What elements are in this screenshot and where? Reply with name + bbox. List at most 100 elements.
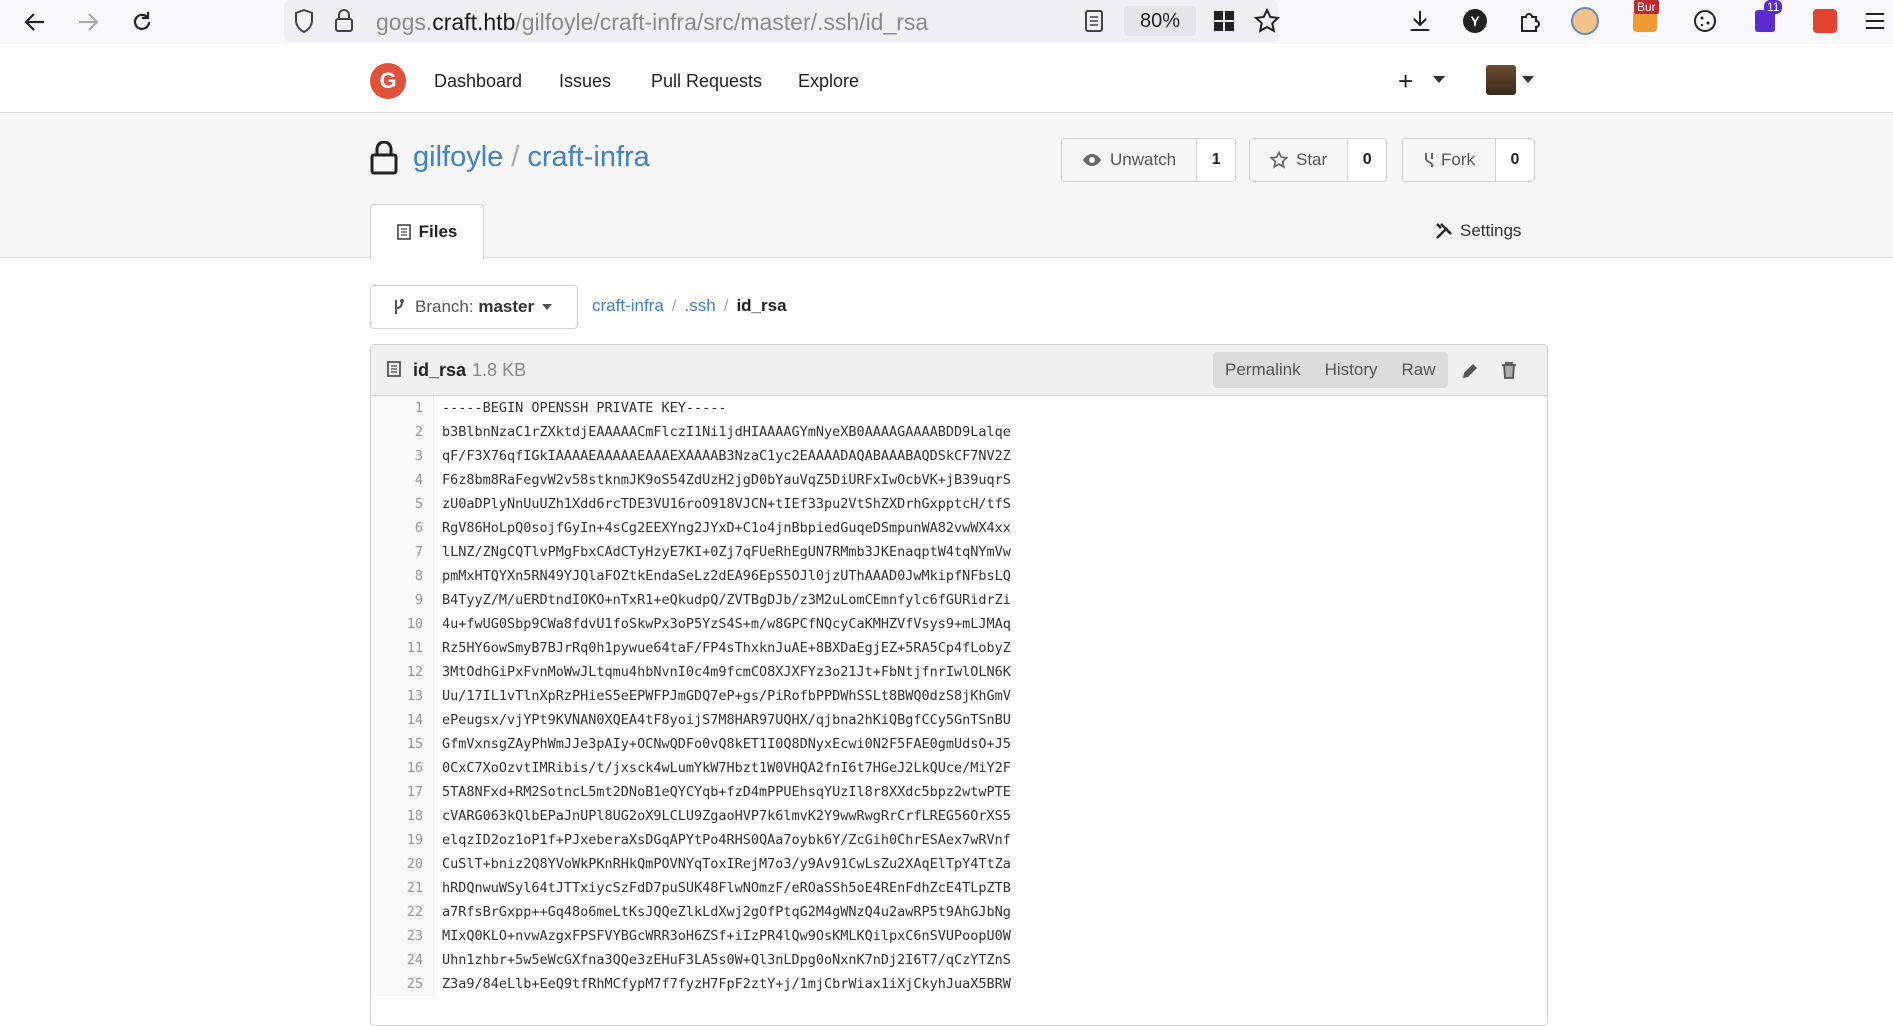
raw-button[interactable]: Raw	[1390, 352, 1448, 388]
line-number[interactable]: 6	[371, 516, 434, 540]
line-text: qF/F3X76qfIGkIAAAAEAAAAAEAAAEXAAAAB3NzaC…	[442, 448, 1011, 464]
file-viewer: id_rsa 1.8 KB Permalink History Raw 1 ----…	[370, 344, 1548, 1026]
line-number[interactable]: 9	[371, 588, 434, 612]
downloads-icon[interactable]	[1405, 6, 1435, 36]
line-number[interactable]: 5	[371, 492, 434, 516]
line-number[interactable]: 17	[371, 780, 434, 804]
avatar[interactable]	[1486, 65, 1516, 95]
code-line: 20 CuSlT+bniz2Q8YVoWkPKnRHkQmPOVNYqToxIRe…	[371, 852, 1547, 876]
star-button-group: Star 0	[1249, 138, 1388, 182]
line-number[interactable]: 18	[371, 804, 434, 828]
star-button[interactable]: Star	[1250, 139, 1349, 181]
tab-files[interactable]: Files	[370, 204, 484, 259]
menu-icon[interactable]	[1860, 6, 1890, 36]
burp-extension-icon[interactable]: Bur	[1630, 0, 1660, 36]
line-number[interactable]: 25	[371, 972, 434, 996]
line-number[interactable]: 11	[371, 636, 434, 660]
edit-pencil-icon[interactable]	[1461, 362, 1479, 380]
code-line: 22 a7RfsBrGxpp++Gq48o6meLtKsJQQeZlkLdXwj2…	[371, 900, 1547, 924]
url-text: gogs.craft.htb/gilfoyle/craft-infra/src/…	[376, 9, 929, 35]
fork-button[interactable]: Fork	[1403, 139, 1496, 181]
nav-pull-requests[interactable]: Pull Requests	[651, 71, 762, 92]
line-text: Uhn1zhbr+5w5eWcGXfna3QQe3zEHuF3LA5s0W+Ql…	[442, 952, 1011, 968]
line-number[interactable]: 12	[371, 660, 434, 684]
line-number[interactable]: 16	[371, 756, 434, 780]
watch-count[interactable]: 1	[1197, 139, 1236, 181]
line-text: 3MtOdhGiPxFvnMoWwJLtqmu4hbNvnI0c4m9fcmCO…	[442, 664, 1011, 680]
line-number[interactable]: 13	[371, 684, 434, 708]
eye-icon	[1083, 154, 1101, 166]
create-chevron-down-icon[interactable]	[1433, 76, 1445, 83]
breadcrumb-dir[interactable]: .ssh	[685, 296, 716, 315]
cookie-extension-icon[interactable]	[1690, 6, 1720, 36]
fork-button-group: Fork 0	[1402, 138, 1535, 182]
watch-button-group: Unwatch 1	[1061, 138, 1237, 182]
line-text: lLNZ/ZNgCQTlvPMgFbxCAdCTyHzyE7KI+0Zj7qFU…	[442, 544, 1011, 560]
browser-toolbar: gogs.craft.htb/gilfoyle/craft-infra/src/…	[0, 0, 1893, 45]
reader-mode-icon[interactable]	[1084, 9, 1104, 38]
gogs-logo-icon[interactable]: G	[370, 63, 406, 99]
code-line: 23 MIxQ0KLO+nvwAzgxFPSFVYBGcWRR3oH6ZSf+iI…	[371, 924, 1547, 948]
puzzle-extension-icon[interactable]	[1515, 6, 1545, 36]
code-line: 21 hRDQnwuWSyl64tJTTxiycSzFdD7puSUK48FlwN…	[371, 876, 1547, 900]
line-number[interactable]: 4	[371, 468, 434, 492]
fork-count[interactable]: 0	[1496, 139, 1534, 181]
breadcrumb-root[interactable]: craft-infra	[592, 296, 664, 315]
forward-icon[interactable]	[73, 7, 103, 37]
lock-icon[interactable]	[334, 9, 354, 38]
branch-icon	[395, 299, 404, 314]
create-new-button[interactable]: +	[1398, 66, 1413, 97]
zoom-level[interactable]: 80%	[1124, 6, 1196, 36]
line-number[interactable]: 3	[371, 444, 434, 468]
line-number[interactable]: 15	[371, 732, 434, 756]
line-number[interactable]: 2	[371, 420, 434, 444]
unwatch-button[interactable]: Unwatch	[1062, 139, 1198, 181]
nav-dashboard[interactable]: Dashboard	[434, 71, 522, 92]
line-number[interactable]: 20	[371, 852, 434, 876]
extension-grid-icon[interactable]	[1212, 9, 1236, 38]
line-number[interactable]: 19	[371, 828, 434, 852]
line-number[interactable]: 7	[371, 540, 434, 564]
shield-icon[interactable]	[294, 8, 314, 38]
repo-title: gilfoyle / craft-infra	[413, 141, 650, 173]
line-number[interactable]: 21	[371, 876, 434, 900]
line-text: Z3a9/84eLlb+EeQ9tfRhMCfypM7f7fyzH7FpF2zt…	[442, 976, 1011, 992]
line-number[interactable]: 14	[371, 708, 434, 732]
permalink-button[interactable]: Permalink	[1213, 352, 1313, 388]
todoist-extension-icon[interactable]	[1810, 6, 1840, 36]
line-text: 4u+fwUG0Sbp9CWa8fdvU1foSkwPx3oP5YzS4S+m/…	[442, 616, 1011, 632]
line-number[interactable]: 1	[371, 396, 434, 420]
user-chevron-down-icon[interactable]	[1522, 76, 1534, 83]
tab-settings[interactable]: Settings	[1434, 221, 1521, 241]
line-text: GfmVxnsgZAyPhWmJJe3pAIy+OCNwQDFo0vQ8kET1…	[442, 736, 1011, 752]
history-button[interactable]: History	[1313, 352, 1390, 388]
url-bar[interactable]: gogs.craft.htb/gilfoyle/craft-infra/src/…	[284, 0, 1281, 42]
repo-owner-link[interactable]: gilfoyle	[413, 141, 503, 173]
nav-issues[interactable]: Issues	[559, 71, 611, 92]
file-actions: Permalink History Raw	[1213, 352, 1448, 388]
delete-trash-icon[interactable]	[1501, 361, 1517, 379]
code-line: 11 Rz5HY6owSmyB7BJrRq0h1pywue64taF/FP4sTh…	[371, 636, 1547, 660]
line-text: B4TyyZ/M/uERDtndIOKO+nTxR1+eQkudpQ/ZVTBg…	[442, 592, 1011, 608]
line-text: cVARG063kQlbEPaJnUPl8UG2oX9LCLU9ZgaoHVP7…	[442, 808, 1011, 824]
line-number[interactable]: 8	[371, 564, 434, 588]
code-line: 15 GfmVxnsgZAyPhWmJJe3pAIy+OCNwQDFo0vQ8kE…	[371, 732, 1547, 756]
line-number[interactable]: 23	[371, 924, 434, 948]
line-number[interactable]: 10	[371, 612, 434, 636]
back-icon[interactable]	[20, 7, 50, 37]
line-number[interactable]: 24	[371, 948, 434, 972]
bookmark-extension-icon[interactable]: 11	[1750, 0, 1783, 36]
breadcrumb-file: id_rsa	[736, 296, 787, 315]
file-icon	[387, 361, 401, 377]
line-number[interactable]: 22	[371, 900, 434, 924]
bookmark-star-icon[interactable]	[1253, 7, 1281, 39]
file-header: id_rsa 1.8 KB Permalink History Raw	[371, 345, 1547, 396]
line-text: b3BlbnNzaC1rZXktdjEAAAAACmFlczI1Ni1jdHIA…	[442, 424, 1011, 440]
star-count[interactable]: 0	[1348, 139, 1387, 181]
branch-dropdown[interactable]: Branch: master	[370, 285, 578, 329]
repo-name-link[interactable]: craft-infra	[527, 141, 649, 173]
reload-icon[interactable]	[127, 7, 157, 37]
y-extension-icon[interactable]: Y	[1460, 6, 1490, 36]
nav-explore[interactable]: Explore	[798, 71, 859, 92]
face-extension-icon[interactable]	[1570, 6, 1600, 36]
